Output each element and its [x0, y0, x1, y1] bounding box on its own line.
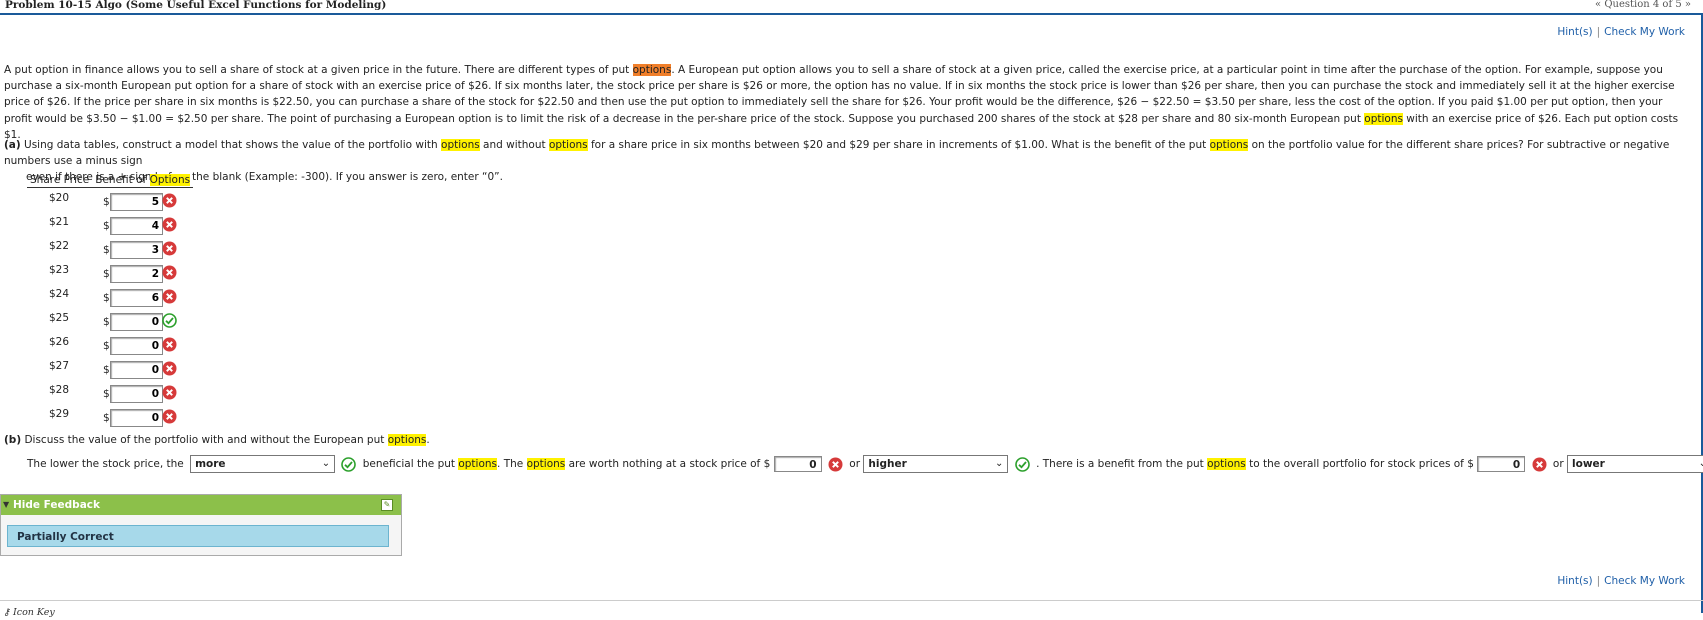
table-row: $28 $ [27, 384, 197, 408]
part-a-question: (a) Using data tables, construct a model… [4, 139, 1670, 183]
table-row: $26 $ [27, 336, 197, 360]
benefit-input[interactable] [110, 193, 163, 211]
column-header-benefit: Benefit of Options [92, 172, 194, 188]
share-price-cell: $23 [49, 264, 70, 276]
share-price-cell: $25 [49, 312, 70, 324]
benefit-input[interactable] [110, 385, 163, 403]
currency-symbol: $ [103, 340, 110, 352]
column-header-share-price: Share Price [27, 172, 93, 188]
benefit-input[interactable] [110, 337, 163, 355]
correct-icon [1014, 456, 1030, 472]
share-price-cell: $22 [49, 240, 70, 252]
part-b-answer-line: The lower the stock price, the more ⌄ ben… [27, 455, 1703, 477]
share-price-cell: $24 [49, 288, 70, 300]
benefit-input[interactable] [110, 217, 163, 235]
hints-bar-top: Hint(s) | Check My Work [1557, 26, 1685, 38]
table-row: $27 $ [27, 360, 197, 384]
hints-link[interactable]: Hint(s) [1557, 26, 1592, 38]
incorrect-icon [162, 337, 177, 352]
worthless-price-input[interactable]: 0 [773, 456, 822, 472]
table-row: $20 $ [27, 192, 197, 216]
pencil-icon[interactable]: ✎ [381, 499, 393, 511]
incorrect-icon [162, 289, 177, 304]
table-row: $29 $ [27, 408, 197, 432]
hints-link[interactable]: Hint(s) [1557, 575, 1592, 587]
incorrect-icon [162, 361, 177, 376]
share-price-cell: $26 [49, 336, 70, 348]
benefit-table: Share Price Benefit of Options [27, 172, 194, 188]
icon-key-link[interactable]: ⚷ Icon Key [3, 607, 55, 618]
share-price-cell: $28 [49, 384, 70, 396]
part-b-question: (b) Discuss the value of the portfolio w… [4, 434, 430, 446]
currency-symbol: $ [103, 364, 110, 376]
benefit-input[interactable] [110, 313, 163, 331]
share-price-cell: $21 [49, 216, 70, 228]
currency-symbol: $ [103, 292, 110, 304]
table-row: $25 $ [27, 312, 197, 336]
currency-symbol: $ [103, 316, 110, 328]
incorrect-icon [828, 457, 843, 472]
benefit-input[interactable] [110, 361, 163, 379]
benefit-input[interactable] [110, 409, 163, 427]
problem-intro: A put option in finance allows you to se… [4, 64, 1679, 141]
correct-icon [341, 456, 357, 472]
select-higher-lower-2[interactable]: lower ⌄ [1567, 455, 1703, 473]
currency-symbol: $ [103, 412, 110, 424]
incorrect-icon [162, 385, 177, 400]
table-row: $24 $ [27, 288, 197, 312]
correct-icon [162, 313, 177, 328]
currency-symbol: $ [103, 268, 110, 280]
table-row: $21 $ [27, 216, 197, 240]
benefit-price-input[interactable]: 0 [1477, 456, 1526, 472]
benefit-input[interactable] [110, 289, 163, 307]
hints-bar-bottom: Hint(s) | Check My Work [1557, 575, 1685, 587]
currency-symbol: $ [103, 220, 110, 232]
incorrect-icon [1532, 457, 1547, 472]
incorrect-icon [162, 241, 177, 256]
top-bar: Problem 10-15 Algo (Some Useful Excel Fu… [0, 0, 1703, 15]
collapse-triangle-icon: ▼ [3, 500, 10, 509]
incorrect-icon [162, 265, 177, 280]
incorrect-icon [162, 193, 177, 208]
problem-title: Problem 10-15 Algo (Some Useful Excel Fu… [5, 0, 387, 11]
key-icon: ⚷ [3, 607, 10, 618]
benefit-input[interactable] [110, 265, 163, 283]
share-price-cell: $27 [49, 360, 70, 372]
divider [0, 600, 1703, 601]
select-more-less[interactable]: more ⌄ [190, 455, 336, 473]
currency-symbol: $ [103, 196, 110, 208]
check-my-work-link[interactable]: Check My Work [1604, 26, 1685, 38]
hide-feedback-toggle[interactable]: ▼ Hide Feedback ✎ [1, 495, 401, 515]
benefit-input[interactable] [110, 241, 163, 259]
currency-symbol: $ [103, 388, 110, 400]
share-price-cell: $29 [49, 408, 70, 420]
check-my-work-link[interactable]: Check My Work [1604, 575, 1685, 587]
select-higher-lower-1[interactable]: higher ⌄ [863, 455, 1009, 473]
feedback-result: Partially Correct [7, 525, 389, 547]
share-price-cell: $20 [49, 192, 70, 204]
incorrect-icon [162, 409, 177, 424]
incorrect-icon [162, 217, 177, 232]
table-row: $22 $ [27, 240, 197, 264]
question-navigation[interactable]: « Question 4 of 5 » [1595, 0, 1691, 10]
table-row: $23 $ [27, 264, 197, 288]
feedback-panel: ▼ Hide Feedback ✎ Partially Correct [0, 494, 402, 556]
currency-symbol: $ [103, 244, 110, 256]
